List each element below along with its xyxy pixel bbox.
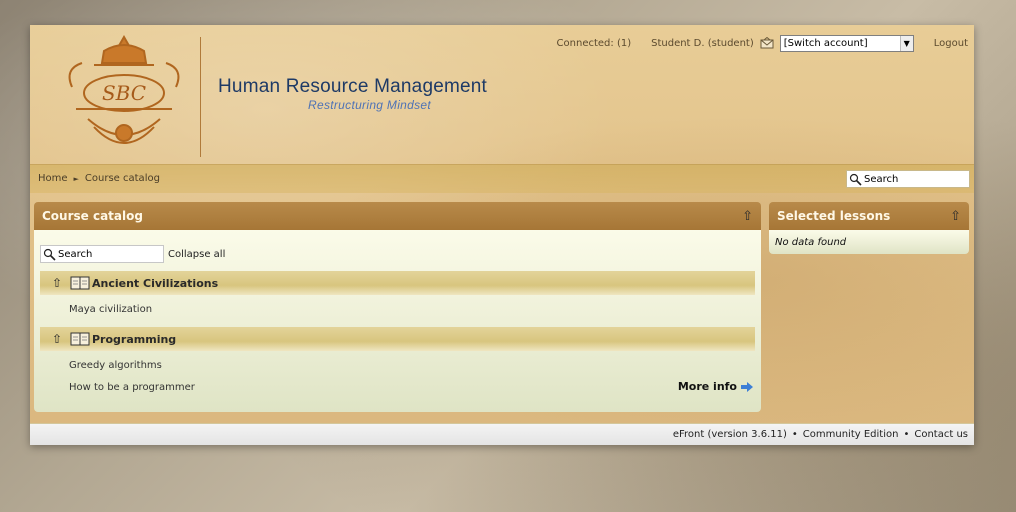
svg-text:SBC: SBC xyxy=(102,81,146,105)
collapse-arrow-icon[interactable]: ⇧ xyxy=(742,209,753,224)
global-search-placeholder: Search xyxy=(864,173,899,185)
sbc-logo: SBC xyxy=(68,34,180,144)
lesson-link[interactable]: Greedy algorithms xyxy=(69,360,162,371)
course-catalog-panel: Course catalog ⇧ Search Collapse all ⇧ A… xyxy=(34,202,761,412)
course-catalog-header: Course catalog ⇧ xyxy=(34,202,761,230)
header: SBC Human Resource Management Restructur… xyxy=(30,25,974,163)
collapse-all-link[interactable]: Collapse all xyxy=(168,249,225,260)
catalog-search-placeholder: Search xyxy=(58,248,93,260)
course-catalog-title: Course catalog xyxy=(42,209,143,223)
category-name: Programming xyxy=(92,332,177,346)
course-catalog-body: Search Collapse all ⇧ Ancient Civilizati… xyxy=(34,230,761,412)
page-container: SBC Human Resource Management Restructur… xyxy=(30,25,974,445)
more-info-label: More info xyxy=(677,380,737,393)
global-search-input[interactable]: Search xyxy=(846,170,970,188)
header-divider xyxy=(200,37,201,157)
category-book-icon xyxy=(70,332,90,346)
selected-lessons-body: No data found xyxy=(769,230,969,254)
contact-link[interactable]: Contact us xyxy=(914,429,968,440)
edition-link[interactable]: Community Edition xyxy=(803,429,899,440)
category-programming[interactable]: ⇧ Programming xyxy=(40,327,755,351)
collapse-arrow-icon[interactable]: ⇧ xyxy=(50,276,64,290)
lesson-link[interactable]: Maya civilization xyxy=(69,304,152,315)
search-icon xyxy=(849,173,862,186)
search-icon xyxy=(43,248,56,261)
collapse-arrow-icon[interactable]: ⇧ xyxy=(50,332,64,346)
category-name: Ancient Civilizations xyxy=(92,276,219,290)
top-bar: Connected: (1) Student D. (student) [Swi… xyxy=(557,33,968,53)
breadcrumb-separator-icon: ► xyxy=(73,174,79,183)
breadcrumb-current[interactable]: Course catalog xyxy=(85,173,160,184)
site-title: Human Resource Management xyxy=(218,76,488,97)
footer: eFront (version 3.6.11) • Community Edit… xyxy=(30,423,974,445)
logout-link[interactable]: Logout xyxy=(934,38,968,49)
selected-lessons-title: Selected lessons xyxy=(777,209,891,223)
nav-bar: Home ► Course catalog Search xyxy=(30,164,974,193)
footer-separator: • xyxy=(791,429,798,440)
empty-message: No data found xyxy=(775,236,847,248)
chevron-down-icon: ▼ xyxy=(899,35,913,51)
more-info-link[interactable]: More info xyxy=(678,380,753,393)
breadcrumb-home[interactable]: Home xyxy=(38,173,68,184)
selected-lessons-header: Selected lessons ⇧ xyxy=(769,202,969,230)
switch-account-value: [Switch account] xyxy=(783,37,868,49)
site-subtitle: Restructuring Mindset xyxy=(308,98,432,112)
connected-users-link[interactable]: Connected: (1) xyxy=(557,38,632,49)
footer-separator: • xyxy=(903,429,910,440)
breadcrumb: Home ► Course catalog xyxy=(38,173,160,184)
current-user-link[interactable]: Student D. (student) xyxy=(651,38,754,49)
lesson-link[interactable]: How to be a programmer xyxy=(69,382,195,393)
switch-account-select[interactable]: [Switch account] ▼ xyxy=(779,34,914,52)
messages-icon[interactable] xyxy=(760,37,774,49)
catalog-search-input[interactable]: Search xyxy=(40,245,164,263)
collapse-arrow-icon[interactable]: ⇧ xyxy=(950,209,961,224)
category-ancient-civilizations[interactable]: ⇧ Ancient Civilizations xyxy=(40,271,755,295)
version-link[interactable]: eFront (version 3.6.11) xyxy=(673,429,787,440)
arrow-right-icon xyxy=(741,381,753,392)
selected-lessons-panel: Selected lessons ⇧ No data found xyxy=(769,202,969,254)
category-book-icon xyxy=(70,276,90,290)
